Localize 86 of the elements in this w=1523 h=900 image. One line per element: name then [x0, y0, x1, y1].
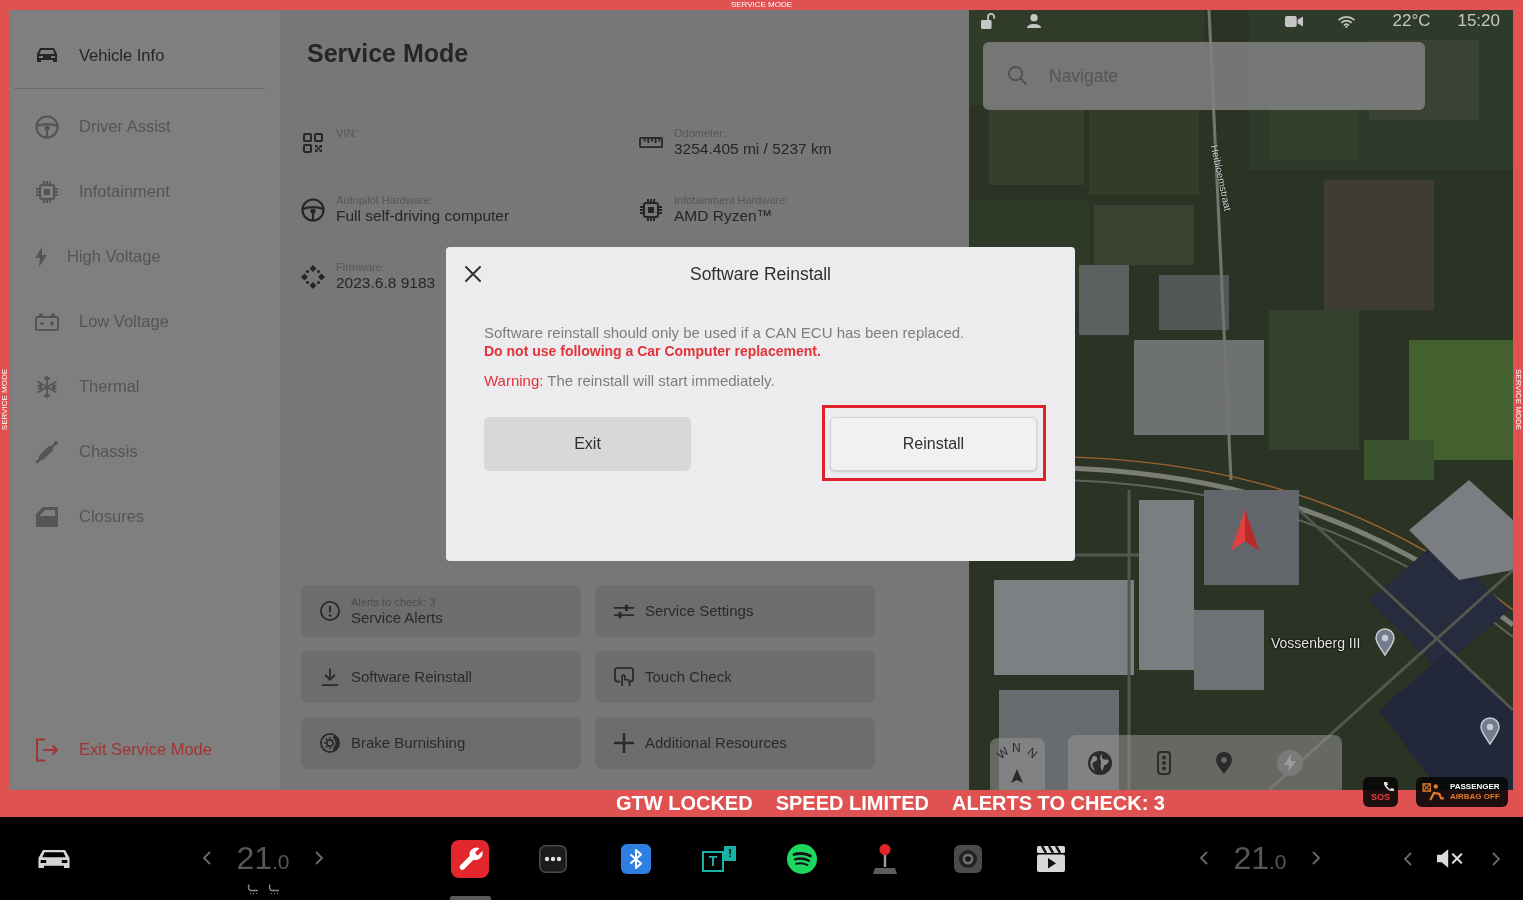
sliders-icon [614, 603, 634, 619]
north-arrow-icon [1011, 769, 1023, 783]
exit-button[interactable]: Exit Service Mode [10, 717, 280, 782]
airbag-off-icon [1422, 783, 1444, 801]
indicator-text: AIRBAG OFF [1450, 792, 1500, 802]
chevron-left-icon[interactable] [1200, 851, 1208, 865]
chevron-right-icon[interactable] [315, 851, 323, 865]
wave-disc-icon[interactable] [787, 843, 817, 874]
qr-code-icon [303, 132, 323, 153]
action-button[interactable]: Touch Check [595, 651, 875, 703]
chip-icon [639, 197, 663, 222]
chevron-right-icon[interactable] [1312, 851, 1320, 865]
temperature-setting: 21.0 [1233, 841, 1287, 878]
car-icon[interactable] [38, 848, 70, 869]
speaker-muted-icon[interactable] [1437, 849, 1465, 868]
chevron-left-icon[interactable] [203, 851, 211, 865]
search-icon [1008, 66, 1027, 85]
frame-label: SERVICE MODE [1513, 369, 1523, 431]
video-camera-icon[interactable] [1285, 15, 1304, 27]
brake-disc-icon [320, 733, 340, 753]
status-text: GTW LOCKED [616, 791, 753, 816]
dialog-button[interactable]: Exit [484, 417, 691, 471]
lightning-bolt-icon [35, 246, 47, 267]
joystick-icon[interactable] [872, 843, 898, 874]
compass-button[interactable]: W N N [990, 738, 1045, 790]
snowflake-icon [35, 374, 59, 399]
seat-icon[interactable] [246, 884, 259, 894]
traffic-light-icon[interactable] [1157, 750, 1171, 775]
temperature-text: 22°C [1392, 10, 1431, 32]
dialog-warning-text: Warning: The reinstall will start immediately. [484, 370, 775, 390]
action-button[interactable]: Software Reinstall [301, 651, 581, 703]
plus-icon [614, 733, 634, 753]
diamond-cluster-icon [301, 264, 325, 289]
dialog-title: Software Reinstall [689, 263, 831, 285]
indicator-text: PASSENGER [1450, 782, 1500, 792]
more-icon[interactable] [539, 844, 567, 873]
seat-icon[interactable] [267, 884, 280, 894]
pin-icon[interactable] [1216, 751, 1232, 774]
map-pin-icon [1480, 717, 1500, 745]
dialog-button[interactable]: Reinstall [830, 417, 1037, 471]
battery-icon [35, 312, 59, 331]
dialog-caution-text: Do not use following a Car Computer replacement. [484, 341, 821, 361]
map-pin-icon [1375, 628, 1395, 656]
touch-screen-icon [614, 667, 634, 687]
field-value: Full self-driving computer [336, 207, 510, 225]
exit-icon [35, 737, 59, 762]
download-icon [320, 668, 340, 686]
clapperboard-icon[interactable] [1037, 845, 1065, 872]
navigation-arrow-icon [1231, 509, 1259, 551]
frame-label: SERVICE MODE [730, 0, 793, 10]
car-door-icon [35, 505, 59, 528]
active-indicator [449, 896, 491, 900]
padlock-open-icon[interactable] [981, 13, 996, 29]
action-button[interactable]: Brake Burnishing [301, 717, 581, 769]
car-icon [35, 47, 59, 63]
field-value: AMD Ryzen™ [674, 207, 773, 225]
camera-icon[interactable] [954, 844, 982, 873]
action-button[interactable]: Additional Resources [595, 717, 875, 769]
status-text: ALERTS TO CHECK: 3 [952, 791, 1165, 816]
alert-icon [320, 601, 340, 621]
page-title: Service Mode [307, 38, 469, 68]
chevron-right-icon[interactable] [1492, 851, 1500, 866]
action-button[interactable]: Service Settings [595, 585, 875, 637]
phone-icon [1383, 781, 1394, 792]
clock-text: 15:20 [1457, 10, 1500, 32]
chip-icon [35, 179, 59, 204]
field-value: 2023.6.8 9183 [336, 274, 436, 292]
place-label: Vossenberg III [1271, 634, 1361, 652]
wrench-icon[interactable] [451, 839, 489, 878]
bluetooth-icon[interactable] [621, 843, 651, 874]
field-value: 3254.405 mi / 5237 km [674, 140, 832, 158]
sidebar-item[interactable]: Vehicle Info [10, 22, 280, 88]
frame-label: SERVICE MODE [0, 369, 10, 431]
person-icon[interactable] [1027, 14, 1041, 28]
status-text: SPEED LIMITED [775, 791, 929, 816]
chevron-left-icon[interactable] [1404, 851, 1412, 866]
globe-icon[interactable] [1088, 750, 1112, 775]
close-icon[interactable] [465, 266, 481, 282]
wifi-icon [1338, 14, 1356, 28]
dialog-text: Software reinstall should only be used if a CAN ECU has been replaced. [484, 322, 965, 342]
ruler-icon [639, 137, 663, 148]
shock-absorber-icon [35, 439, 59, 464]
steering-wheel-icon [35, 114, 59, 139]
temperature-setting: 21.0 [236, 841, 290, 878]
steering-wheel-icon [301, 197, 325, 222]
sos-button[interactable]: SOS [1363, 777, 1398, 807]
